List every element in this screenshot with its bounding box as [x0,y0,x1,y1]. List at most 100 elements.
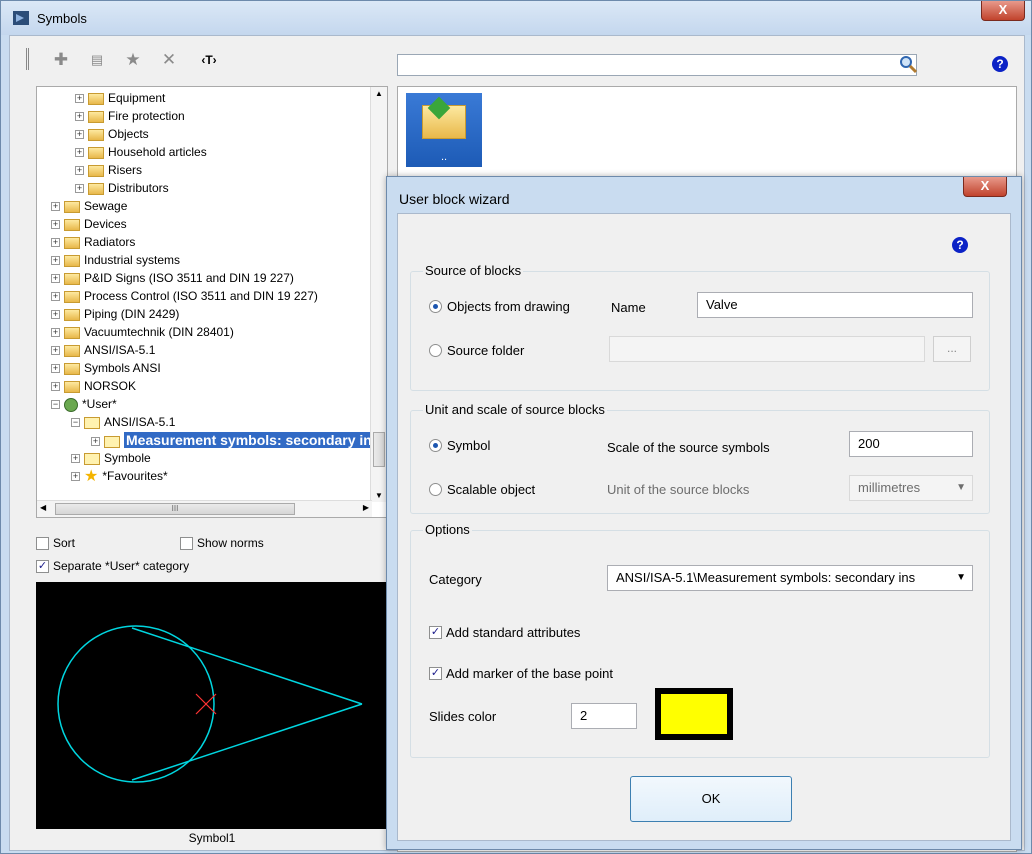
expand-icon[interactable]: + [51,292,60,302]
close-button[interactable]: X [981,1,1025,21]
symbol-tree[interactable]: + Equipment + Fire protection + Objects + House… [36,86,388,518]
text-tool-button[interactable]: ‹T› [194,50,224,70]
tree-item[interactable]: + Symbole [71,449,151,467]
tree-item[interactable]: + P&ID Signs (ISO 3511 and DIN 19 227) [51,269,294,287]
unit-select[interactable]: millimetres ▼ [849,475,973,501]
tree-horizontal-scrollbar[interactable]: ◀ III ▶ [37,500,372,517]
tree-item[interactable]: − *User* [51,395,117,413]
expand-icon[interactable]: + [91,437,100,447]
add-attributes-checkbox-box[interactable]: ✓ [429,626,442,639]
help-icon[interactable]: ? [992,56,1008,72]
scroll-down-icon[interactable]: ▼ [375,491,383,500]
browse-folder-button[interactable]: ... [933,336,971,362]
tree-item[interactable]: + Piping (DIN 2429) [51,305,179,323]
delete-icon[interactable]: ✕ [158,50,180,70]
scalable-object-radio[interactable]: Scalable object [429,482,535,497]
sort-label: Sort [53,536,76,550]
expand-icon[interactable]: + [75,184,84,194]
scale-input[interactable]: 200 [849,431,973,457]
category-chevron-down-icon[interactable]: ▼ [956,566,966,590]
add-marker-checkbox[interactable]: ✓ Add marker of the base point [429,666,613,681]
source-folder-radio[interactable]: Source folder [429,343,524,358]
expand-icon[interactable]: + [51,310,60,320]
add-marker-checkbox-box[interactable]: ✓ [429,667,442,680]
sort-checkbox[interactable]: Sort [36,536,75,550]
tree-item[interactable]: + Risers [75,161,142,179]
symbol-radio-dot[interactable] [429,439,442,452]
tree-item[interactable]: + Radiators [51,233,135,251]
tree-item[interactable]: + Measurement symbols: secondary in [91,431,374,449]
tree-item[interactable]: + Objects [75,125,149,143]
folder-icon [64,380,80,393]
expand-icon[interactable]: + [71,454,80,464]
expand-icon[interactable]: + [75,166,84,176]
properties-icon[interactable]: ▤ [86,50,108,70]
expand-icon[interactable]: + [51,346,60,356]
unit-chevron-down-icon[interactable]: ▼ [956,476,966,500]
dialog-close-button[interactable]: X [963,177,1007,197]
tree-item[interactable]: + Symbols ANSI [51,359,161,377]
category-select[interactable]: ANSI/ISA-5.1\Measurement symbols: second… [607,565,973,591]
source-folder-radio-dot[interactable] [429,344,442,357]
objects-from-drawing-radio-dot[interactable] [429,300,442,313]
scroll-right-icon[interactable]: ▶ [363,503,369,512]
expand-icon[interactable]: + [75,148,84,158]
expand-icon[interactable]: + [71,472,80,482]
separate-user-checkbox-box[interactable]: ✓ [36,559,49,573]
expand-icon[interactable]: + [75,94,84,104]
tree-item[interactable]: + Sewage [51,197,127,215]
dialog-help-icon[interactable]: ? [952,237,968,253]
tree-item[interactable]: + Equipment [75,89,165,107]
expand-icon[interactable]: − [71,418,80,428]
tree-vscroll-thumb[interactable] [373,432,385,467]
toolbar-grip[interactable] [26,48,29,70]
expand-icon[interactable]: + [51,202,60,212]
tree-item[interactable]: + Industrial systems [51,251,180,269]
tree-item-label: Sewage [84,199,128,213]
add-icon[interactable]: ✚ [50,50,72,70]
parent-folder-tile[interactable]: .. [406,93,482,167]
search-combobox[interactable]: ▼ [397,54,917,76]
ok-button[interactable]: OK [630,776,792,822]
show-norms-checkbox-box[interactable] [180,536,193,550]
scroll-left-icon[interactable]: ◀ [40,503,46,512]
tree-item[interactable]: + Process Control (ISO 3511 and DIN 19 22… [51,287,318,305]
source-folder-input[interactable] [609,336,925,362]
tree-item[interactable]: + Distributors [75,179,169,197]
tree-item[interactable]: + ★ *Favourites* [71,467,168,485]
sort-checkbox-box[interactable] [36,536,49,550]
slides-color-input[interactable]: 2 [571,703,637,729]
tree-item[interactable]: + ANSI/ISA-5.1 [51,341,155,359]
scroll-up-icon[interactable]: ▲ [375,89,383,98]
expand-icon[interactable]: + [51,220,60,230]
tree-item[interactable]: + Fire protection [75,107,185,125]
expand-icon[interactable]: + [51,274,60,284]
source-of-blocks-group: Source of blocks Objects from drawing Na… [410,263,990,391]
favourite-star-icon[interactable]: ★ [122,50,144,70]
tree-vertical-scrollbar[interactable]: ▲ ▼ [370,87,387,502]
expand-icon[interactable]: + [51,238,60,248]
expand-icon[interactable]: + [51,256,60,266]
scalable-object-radio-dot[interactable] [429,483,442,496]
tree-item[interactable]: + Vacuumtechnik (DIN 28401) [51,323,234,341]
separate-user-checkbox[interactable]: ✓ Separate *User* category [36,559,189,573]
name-input[interactable]: Valve [697,292,973,318]
expand-icon[interactable]: + [51,328,60,338]
symbol-radio[interactable]: Symbol [429,438,490,453]
tree-item[interactable]: − ANSI/ISA-5.1 [71,413,175,431]
tree-hscroll-thumb[interactable]: III [55,503,295,515]
search-icon[interactable] [898,54,918,74]
show-norms-checkbox[interactable]: Show norms [180,536,264,550]
tree-item[interactable]: + Household articles [75,143,207,161]
window-title: Symbols [37,11,87,26]
expand-icon[interactable]: + [75,130,84,140]
add-attributes-checkbox[interactable]: ✓ Add standard attributes [429,625,580,640]
slides-color-swatch[interactable] [655,688,733,740]
expand-icon[interactable]: − [51,400,60,410]
expand-icon[interactable]: + [51,382,60,392]
expand-icon[interactable]: + [51,364,60,374]
expand-icon[interactable]: + [75,112,84,122]
tree-item[interactable]: + NORSOK [51,377,136,395]
objects-from-drawing-radio[interactable]: Objects from drawing [429,299,570,314]
tree-item[interactable]: + Devices [51,215,127,233]
